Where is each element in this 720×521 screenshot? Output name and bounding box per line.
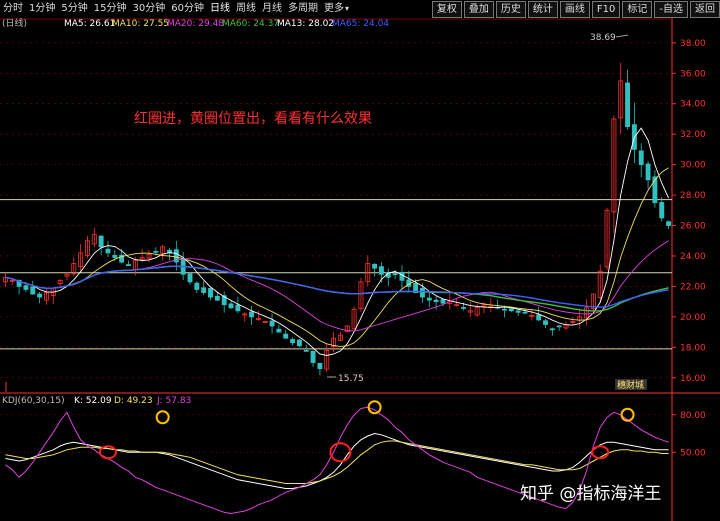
candle-body-58	[399, 271, 405, 281]
candle-body-29	[201, 287, 207, 293]
candle-body-15	[105, 248, 111, 254]
ma20-label: MA20: 29.48	[167, 19, 224, 29]
tab-2[interactable]: 5分钟	[58, 0, 90, 18]
tab-7[interactable]: 周线	[233, 0, 259, 18]
candle-body-31	[214, 295, 220, 301]
candle-body-76	[522, 311, 528, 314]
tab-6[interactable]: 日线	[207, 0, 233, 18]
candle-body-18	[126, 264, 131, 266]
kdj-axis-label-0: 50.00	[680, 448, 706, 458]
stock-badge[interactable]: 穗财城	[617, 379, 644, 391]
period-label: (日线)	[2, 17, 27, 29]
candle-body-94	[645, 163, 651, 181]
candle-body-62	[426, 297, 432, 301]
candle-body-75	[515, 310, 521, 313]
candle-body-40	[276, 328, 282, 333]
kdj-d-value: D: 49.23	[114, 396, 153, 406]
candle-body-43	[296, 339, 302, 347]
tab-10[interactable]: 更多	[321, 0, 352, 18]
strategy-annotation: 红圈进，黄圈位置出，看看有什么效果	[134, 110, 372, 127]
axis-label-0: 16.00	[680, 374, 706, 384]
candle-body-46	[317, 362, 323, 370]
candle-body-16	[112, 254, 118, 258]
ma13-label: MA13: 28.02	[277, 19, 334, 29]
candle-body-3	[23, 285, 29, 290]
tool-button-8[interactable]: 返回	[690, 1, 720, 18]
candle-body-96	[659, 202, 665, 219]
tab-9[interactable]: 多周期	[285, 0, 321, 18]
tab-0[interactable]: 分时	[0, 0, 26, 18]
axis-label-10: 36.00	[680, 69, 706, 79]
tool-button-1[interactable]: 叠加	[463, 1, 494, 18]
tool-button-0[interactable]: 复权	[431, 1, 462, 18]
candle-body-95	[652, 176, 658, 204]
tool-button-3[interactable]: 统计	[527, 1, 558, 18]
candle-body-14	[98, 235, 104, 248]
tool-button-5[interactable]: F10	[591, 1, 621, 18]
candle-body-36	[249, 311, 254, 318]
watermark: 知乎 @指标海洋王	[520, 484, 661, 504]
candle-body-44	[303, 349, 309, 352]
tool-button-6[interactable]: 标记	[622, 1, 653, 18]
tool-button-2[interactable]: 历史	[495, 1, 526, 18]
candle-body-39	[269, 320, 275, 327]
ma60-label: MA60: 24.37	[222, 19, 279, 29]
candle-body-91	[625, 82, 631, 127]
candle-body-97	[666, 221, 672, 226]
axis-label-4: 24.00	[680, 252, 706, 262]
candle-body-78	[536, 314, 542, 321]
candle-body-34	[235, 304, 241, 312]
candle-body-63	[433, 299, 439, 303]
tab-3[interactable]: 15分钟	[91, 0, 130, 18]
candle-body-73	[502, 308, 507, 311]
high-price-mark: 38.69	[590, 33, 616, 43]
tab-8[interactable]: 月线	[259, 0, 285, 18]
candle-body-81	[556, 325, 562, 328]
candle-body-54	[372, 263, 378, 269]
period-toolbar: 分时1分钟5分钟15分钟30分钟60分钟日线周线月线多周期更多 复权叠加历史统计…	[0, 0, 720, 18]
candle-body-27	[187, 273, 193, 283]
ma65-label: MA65: 24.04	[332, 19, 389, 29]
tab-4[interactable]: 30分钟	[129, 0, 168, 18]
axis-label-6: 28.00	[680, 191, 706, 201]
kdj-name: KDJ(60,30,15)	[2, 396, 65, 406]
tab-5[interactable]: 60分钟	[168, 0, 207, 18]
tool-button-7[interactable]: -自选	[654, 1, 688, 18]
axis-label-2: 20.00	[680, 313, 706, 323]
axis-label-11: 38.00	[680, 39, 706, 49]
kdj-k-value: K: 52.09	[74, 396, 112, 406]
axis-label-9: 34.00	[680, 100, 706, 110]
ma5-label: MA5: 26.61	[64, 19, 115, 29]
tool-button-4[interactable]: 画线	[559, 1, 590, 18]
candle-body-28	[194, 282, 200, 290]
axis-label-3: 22.00	[680, 282, 706, 292]
axis-label-8: 32.00	[680, 130, 706, 140]
candle-body-74	[508, 308, 514, 312]
candle-body-67	[461, 307, 466, 309]
axis-label-5: 26.00	[680, 222, 706, 232]
axis-label-1: 18.00	[680, 343, 706, 353]
candle-body-30	[208, 287, 213, 298]
kline-chart[interactable]: 16.00 18.00 20.00 22.00 24.00 26.00 28.00 30.00…	[0, 0, 720, 521]
low-price-mark: 15.75	[338, 374, 364, 384]
tab-1[interactable]: 1分钟	[26, 0, 58, 18]
candle-body-79	[543, 320, 548, 325]
candle-body-61	[420, 287, 425, 298]
candle-body-55	[378, 266, 384, 275]
kdj-j-value: J: 57.83	[156, 396, 191, 406]
candle-body-42	[290, 339, 296, 344]
candle-body-80	[549, 328, 555, 331]
candle-body-64	[440, 299, 446, 304]
ma10-label: MA10: 27.55	[112, 19, 169, 29]
kdj-axis-label-1: 80.00	[680, 411, 706, 421]
candle-body-45	[310, 350, 316, 363]
candle-body-22	[153, 250, 159, 253]
candle-body-33	[228, 303, 234, 309]
candle-body-41	[283, 333, 289, 339]
axis-label-7: 30.00	[680, 161, 706, 171]
candle-body-57	[392, 273, 398, 276]
candle-body-93	[638, 150, 644, 166]
candle-body-5	[37, 293, 43, 298]
candle-body-4	[30, 286, 36, 295]
